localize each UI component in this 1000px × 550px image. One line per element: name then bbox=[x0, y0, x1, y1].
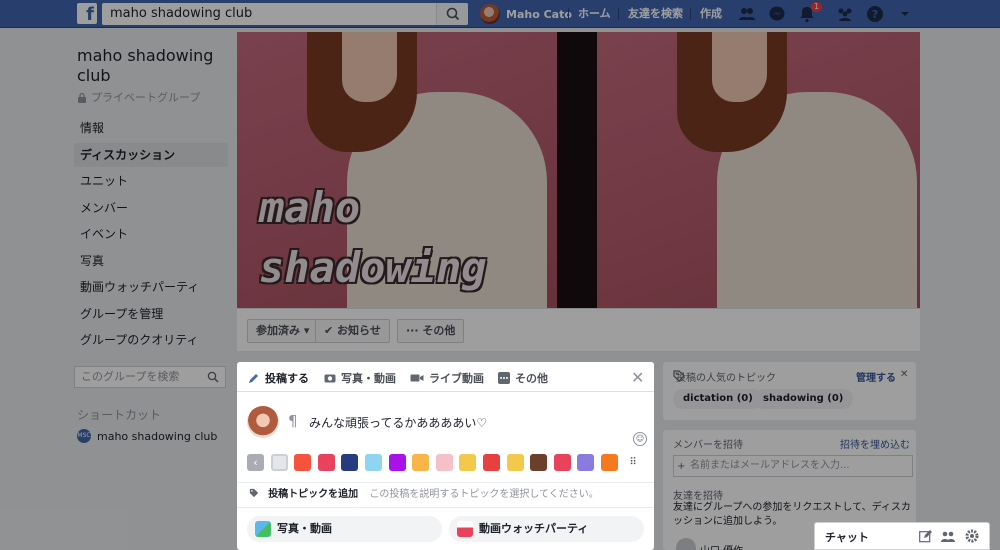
emoji-icon[interactable]: ☺ bbox=[633, 432, 647, 446]
background-swatch[interactable] bbox=[294, 454, 312, 471]
chevron-left-icon[interactable]: ‹ bbox=[247, 454, 264, 471]
topic-hint: この投稿を説明するトピックを選択してください。 bbox=[369, 489, 599, 500]
background-swatch[interactable] bbox=[341, 454, 359, 471]
page: f maho shadowing club Maho Cato ホーム 友達を検… bbox=[0, 0, 1000, 550]
background-swatch[interactable] bbox=[553, 454, 571, 471]
background-swatch[interactable] bbox=[364, 454, 382, 471]
chat-bar[interactable]: チャット bbox=[814, 522, 990, 550]
post-composer: 投稿する 写真・動画 ライブ動画 その他 ✕ ¶ みんな頑張ってるかああああい♡… bbox=[237, 362, 654, 550]
video-camera-icon bbox=[410, 374, 424, 382]
post-text-input[interactable]: みんな頑張ってるかああああい♡ bbox=[309, 414, 487, 431]
watch-party-button[interactable]: 動画ウォッチパーティ bbox=[449, 516, 644, 542]
background-swatch[interactable] bbox=[577, 454, 595, 471]
background-swatch[interactable] bbox=[600, 454, 618, 471]
photo-icon bbox=[255, 521, 271, 537]
watch-party-label: 動画ウォッチパーティ bbox=[479, 522, 589, 535]
photo-video-label: 写真・動画 bbox=[277, 522, 332, 535]
tag-icon bbox=[249, 488, 259, 498]
more-icon bbox=[498, 372, 510, 384]
paragraph-icon: ¶ bbox=[288, 412, 298, 430]
chat-label: チャット bbox=[825, 531, 869, 544]
tab-photo-video[interactable]: 写真・動画 bbox=[324, 370, 396, 386]
tab-live-video[interactable]: ライブ動画 bbox=[410, 370, 484, 386]
tab-label: 写真・動画 bbox=[341, 372, 396, 385]
background-swatch[interactable] bbox=[530, 454, 548, 471]
background-swatch[interactable] bbox=[459, 454, 477, 471]
tab-label: 投稿する bbox=[265, 372, 309, 385]
camera-icon bbox=[324, 374, 336, 383]
background-picker: ‹ ⠿ bbox=[247, 454, 648, 474]
background-swatch[interactable] bbox=[317, 454, 335, 471]
tab-label: その他 bbox=[515, 372, 548, 385]
composer-tabs: 投稿する 写真・動画 ライブ動画 その他 ✕ bbox=[237, 362, 654, 392]
gear-icon[interactable] bbox=[965, 529, 979, 543]
tab-label: ライブ動画 bbox=[429, 372, 484, 385]
grid-menu-icon[interactable]: ⠿ bbox=[624, 454, 642, 471]
close-icon[interactable]: ✕ bbox=[631, 368, 644, 387]
photo-video-button[interactable]: 写真・動画 bbox=[247, 516, 442, 542]
add-topic-label: 投稿トピックを追加 bbox=[268, 489, 359, 500]
background-swatch[interactable] bbox=[506, 454, 524, 471]
add-topic-row[interactable]: 投稿トピックを追加 この投稿を説明するトピックを選択してください。 bbox=[237, 482, 654, 508]
avatar bbox=[247, 406, 279, 438]
background-swatch[interactable] bbox=[435, 454, 453, 471]
popcorn-icon bbox=[457, 521, 473, 537]
background-swatch[interactable] bbox=[388, 454, 406, 471]
group-chat-icon[interactable] bbox=[941, 530, 955, 543]
pencil-icon bbox=[249, 374, 258, 383]
background-swatch[interactable] bbox=[482, 454, 500, 471]
background-swatch[interactable] bbox=[412, 454, 430, 471]
background-swatch-plain[interactable] bbox=[270, 454, 288, 471]
compose-icon[interactable] bbox=[919, 530, 932, 543]
tab-more[interactable]: その他 bbox=[498, 370, 548, 386]
tab-post[interactable]: 投稿する bbox=[248, 370, 309, 386]
